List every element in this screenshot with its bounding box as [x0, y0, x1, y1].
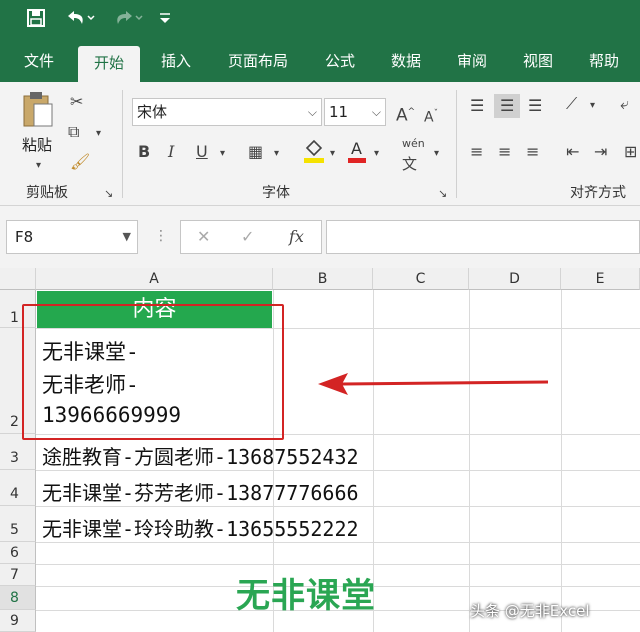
credit-text: 头条 @无非Excel — [470, 602, 590, 620]
wrap-text-icon[interactable]: ⤶ — [620, 94, 629, 114]
border-icon[interactable]: ▦ — [248, 142, 263, 162]
merge-icon[interactable]: ⊞ — [624, 142, 637, 162]
separator — [456, 90, 457, 198]
tab-page-layout[interactable]: 页面布局 — [218, 40, 298, 82]
align-middle-icon[interactable]: ☰ — [494, 94, 521, 118]
row-header-5[interactable]: 5 — [0, 506, 36, 542]
separator — [122, 90, 123, 198]
clipboard-launcher-icon[interactable]: ↘ — [104, 184, 113, 204]
font-name-value: 宋体 — [137, 103, 168, 121]
more-icon: ⋮ — [154, 228, 168, 244]
name-box-value: F8 — [15, 228, 34, 246]
column-header-d[interactable]: D — [469, 268, 561, 290]
gridline — [36, 470, 640, 471]
font-launcher-icon[interactable]: ↘ — [438, 184, 447, 204]
shrink-font-icon[interactable]: Aˇ — [424, 104, 438, 128]
undo-icon[interactable] — [64, 8, 96, 33]
row-header-4[interactable]: 4 — [0, 470, 36, 506]
italic-button[interactable]: I — [168, 142, 174, 162]
row-header-9[interactable]: 9 — [0, 610, 36, 632]
orientation-dropdown-icon[interactable]: ▾ — [590, 96, 595, 116]
title-bar — [0, 0, 640, 40]
column-header-a[interactable]: A — [36, 268, 273, 290]
align-bottom-icon[interactable]: ☰ — [528, 96, 542, 116]
tab-insert[interactable]: 插入 — [150, 40, 202, 82]
phonetic-dropdown-icon[interactable]: ▾ — [434, 144, 439, 164]
enter-icon[interactable]: ✓ — [241, 227, 254, 246]
select-all-corner[interactable] — [0, 268, 36, 290]
align-center-icon[interactable]: ≡ — [498, 142, 511, 162]
row-header-7[interactable]: 7 — [0, 564, 36, 586]
tab-file[interactable]: 文件 — [14, 40, 64, 82]
formula-actions: ✕ ✓ fx — [180, 220, 322, 254]
tab-review[interactable]: 审阅 — [446, 40, 498, 82]
column-header-e[interactable]: E — [561, 268, 640, 290]
phonetic-icon[interactable]: wén 文 — [402, 134, 425, 176]
paste-dropdown-icon[interactable]: ▾ — [36, 156, 41, 176]
copy-icon[interactable]: ⧉ — [68, 122, 79, 142]
orientation-icon[interactable]: ⟋ — [566, 94, 577, 114]
decrease-indent-icon[interactable]: ⇤ — [566, 142, 579, 162]
formula-input[interactable] — [326, 220, 640, 254]
save-icon[interactable] — [26, 8, 46, 33]
watermark-logo: 无非课堂 — [236, 576, 376, 616]
align-right-icon[interactable]: ≡ — [526, 142, 539, 162]
column-header-c[interactable]: C — [373, 268, 469, 290]
align-top-icon[interactable]: ☰ — [470, 96, 484, 116]
bold-button[interactable]: B — [138, 142, 150, 162]
tab-view[interactable]: 视图 — [512, 40, 564, 82]
ribbon-tabs: 文件 开始 插入 页面布局 公式 数据 审阅 视图 帮助 — [0, 40, 640, 82]
cell-a5[interactable]: 无非课堂-玲玲助教-13655552222 — [42, 513, 359, 542]
tab-formulas[interactable]: 公式 — [314, 40, 366, 82]
insert-function-button[interactable]: fx — [289, 227, 304, 246]
font-size-value: 11 — [329, 103, 349, 121]
redo-icon[interactable] — [112, 8, 144, 33]
chevron-down-icon: ⌵ — [371, 105, 381, 119]
fill-color-icon[interactable] — [302, 138, 326, 169]
underline-dropdown-icon[interactable]: ▾ — [220, 144, 225, 164]
increase-indent-icon[interactable]: ⇥ — [594, 142, 607, 162]
align-left-icon[interactable]: ≡ — [470, 142, 483, 162]
chevron-down-icon[interactable]: ▼ — [123, 221, 131, 253]
name-box[interactable]: F8 ▼ — [6, 220, 138, 254]
border-dropdown-icon[interactable]: ▾ — [274, 144, 279, 164]
paste-icon[interactable] — [20, 90, 56, 135]
row-header-8[interactable]: 8 — [0, 586, 36, 610]
gridline — [36, 506, 640, 507]
cancel-icon[interactable]: ✕ — [197, 227, 210, 246]
chevron-down-icon: ⌵ — [307, 105, 317, 119]
alignment-group-label: 对齐方式 — [570, 185, 626, 201]
cell-a3[interactable]: 途胜教育-方圆老师-13687552432 — [42, 441, 359, 470]
row-header-6[interactable]: 6 — [0, 542, 36, 564]
underline-button[interactable]: U — [196, 142, 208, 162]
gridline — [561, 290, 562, 632]
pointer-arrow — [318, 373, 549, 395]
customize-icon[interactable] — [158, 8, 172, 33]
font-color-icon[interactable]: A — [346, 138, 368, 169]
highlight-box — [22, 304, 284, 440]
clipboard-group-label: 剪贴板 — [26, 185, 68, 201]
grow-font-icon[interactable]: A^ — [396, 102, 415, 126]
tab-help[interactable]: 帮助 — [578, 40, 630, 82]
font-size-select[interactable]: 11 ⌵ — [324, 98, 386, 126]
font-name-select[interactable]: 宋体 ⌵ — [132, 98, 322, 126]
font-color-dropdown-icon[interactable]: ▾ — [374, 144, 379, 164]
tab-data[interactable]: 数据 — [380, 40, 432, 82]
tab-home[interactable]: 开始 — [78, 46, 140, 82]
gridline — [36, 564, 640, 565]
gridline — [36, 542, 640, 543]
format-painter-icon[interactable]: 🖌 — [70, 152, 90, 172]
column-header-b[interactable]: B — [273, 268, 373, 290]
paste-label[interactable]: 粘贴 — [22, 134, 52, 155]
ribbon-home: 粘贴 ▾ ✂ ⧉ ▾ 🖌 剪贴板 ↘ 宋体 ⌵ 11 ⌵ A^ Aˇ B I U… — [0, 82, 640, 206]
cell-a4[interactable]: 无非课堂-芬芳老师-13877776666 — [42, 477, 359, 506]
cut-icon[interactable]: ✂ — [70, 92, 83, 112]
fill-dropdown-icon[interactable]: ▾ — [330, 144, 335, 164]
font-group-label: 字体 — [262, 185, 290, 201]
gridline — [469, 290, 470, 632]
formula-bar: F8 ▼ ⋮ ✕ ✓ fx — [0, 206, 640, 268]
copy-dropdown-icon[interactable]: ▾ — [96, 124, 101, 144]
svg-text:A: A — [351, 139, 362, 158]
